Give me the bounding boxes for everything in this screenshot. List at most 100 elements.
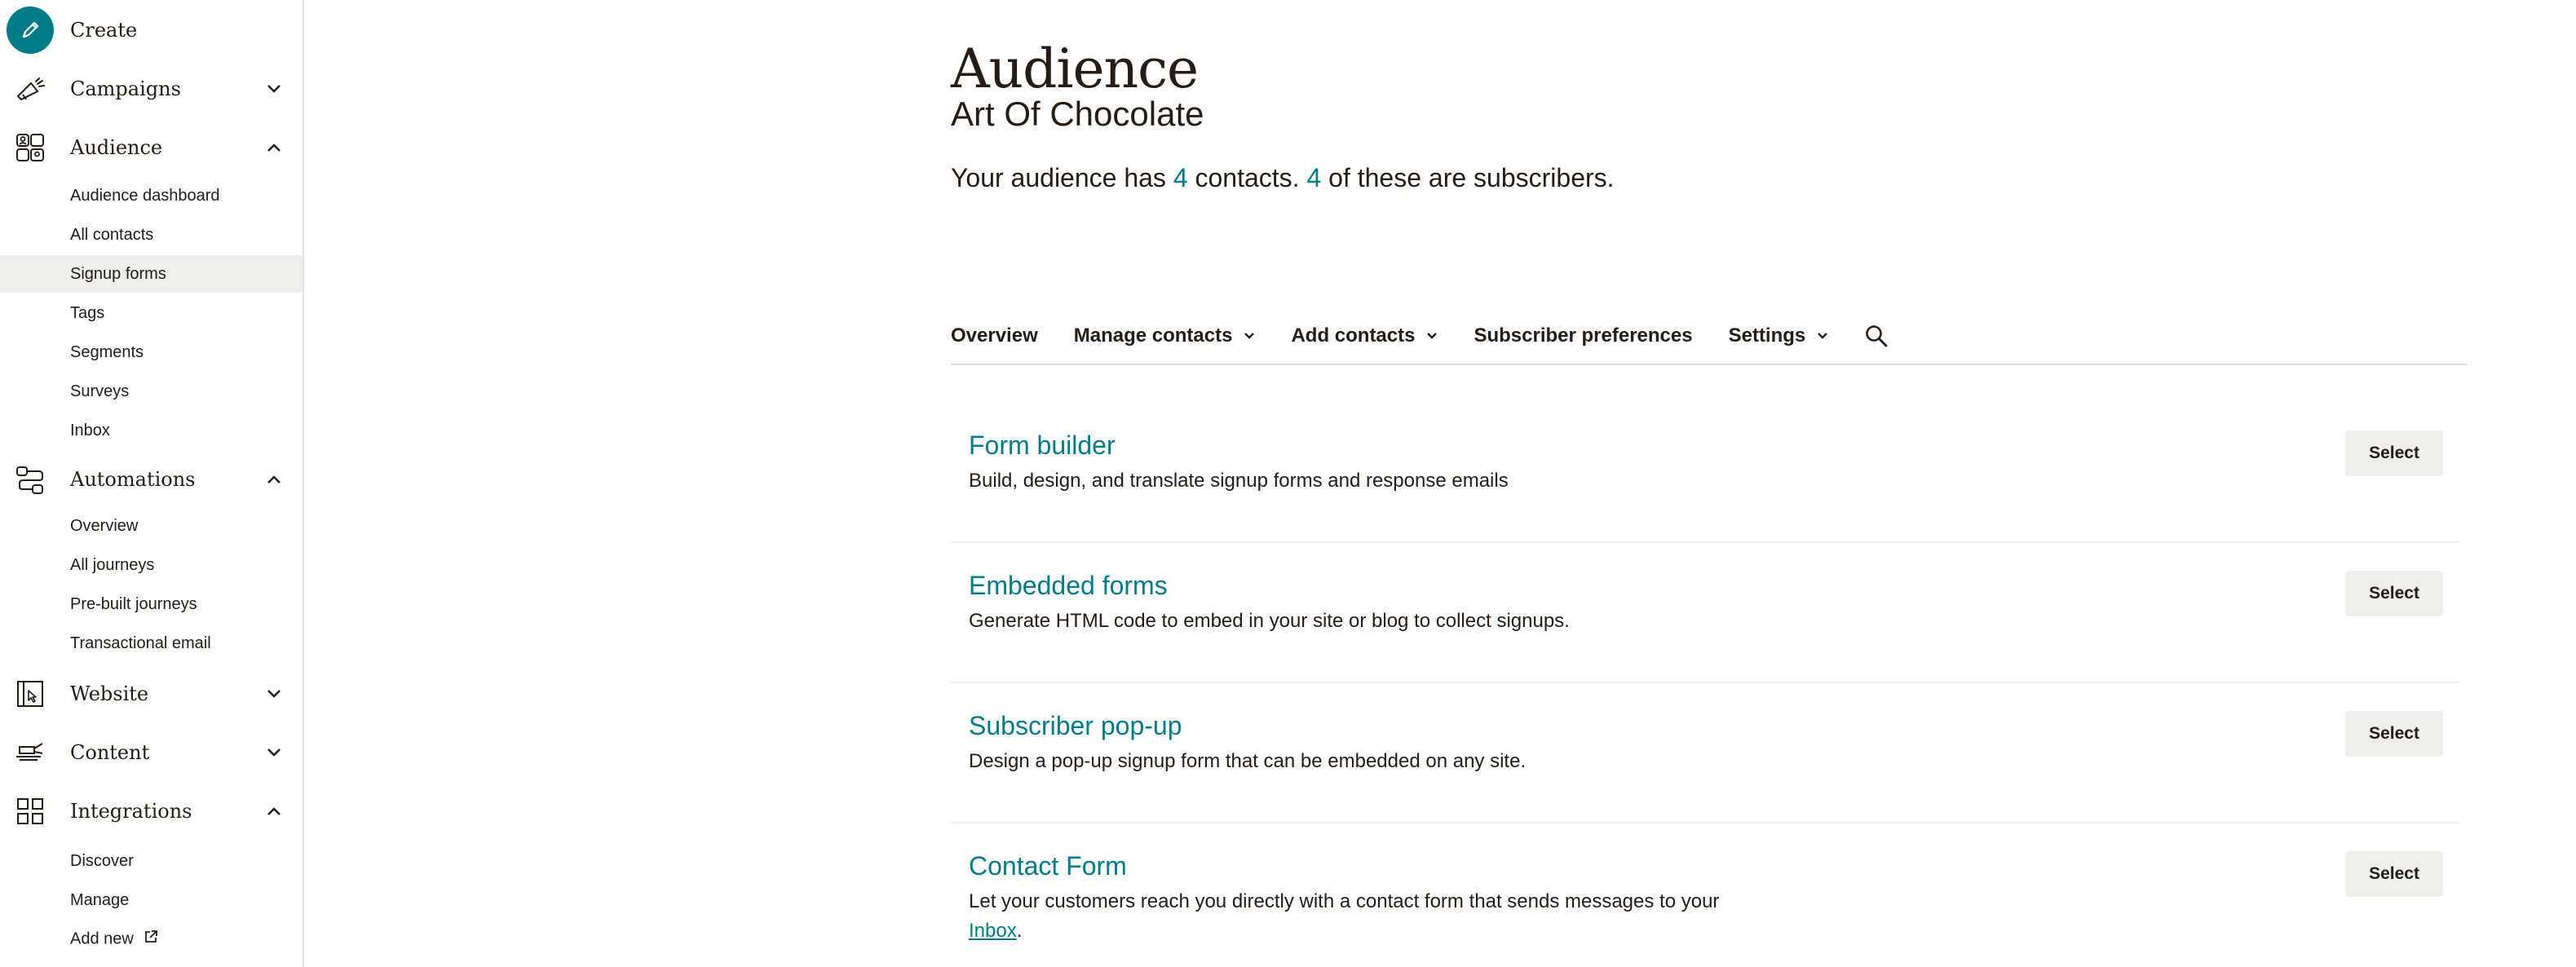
audience-tabs: Overview Manage contacts Add contacts Su… xyxy=(951,316,2468,365)
sidebar-subitem-overview[interactable]: Overview xyxy=(0,507,303,545)
sidebar-item-label: Content xyxy=(70,741,150,764)
external-link-icon xyxy=(144,929,158,949)
sidebar-subitem-label: Discover xyxy=(70,851,134,870)
sidebar-subitem-pre-built-journeys[interactable]: Pre-built journeys xyxy=(0,585,303,623)
summary-text: of these are subscribers. xyxy=(1321,163,1615,192)
tab-settings[interactable]: Settings xyxy=(1729,316,1829,355)
chevron-up-icon xyxy=(265,139,283,157)
grid-icon xyxy=(15,796,46,827)
sidebar-subitem-tags[interactable]: Tags xyxy=(0,294,303,332)
sidebar-item-website[interactable]: Website xyxy=(0,668,303,720)
chevron-down-icon xyxy=(1244,332,1255,340)
sidebar-subitem-label: Overview xyxy=(70,516,139,535)
contact-form-link[interactable]: Contact Form xyxy=(969,851,1127,881)
sidebar-item-integrations[interactable]: Integrations xyxy=(0,785,303,837)
sidebar-subitem-label: Tags xyxy=(70,303,105,322)
tab-label: Settings xyxy=(1728,325,1806,347)
sidebar-item-label: Campaigns xyxy=(70,77,181,100)
subscriber-popup-link[interactable]: Subscriber pop-up xyxy=(969,711,1182,741)
tab-label: Overview xyxy=(951,325,1038,347)
form-option-description: Build, design, and translate signup form… xyxy=(969,470,1509,492)
sidebar-item-content[interactable]: Content xyxy=(0,726,303,779)
tab-manage-contacts[interactable]: Manage contacts xyxy=(1074,316,1256,355)
sidebar-item-campaigns[interactable]: Campaigns xyxy=(0,63,303,115)
sidebar-subitem-discover[interactable]: Discover xyxy=(0,842,303,880)
audience-icon xyxy=(15,132,46,163)
sidebar-subitem-surveys[interactable]: Surveys xyxy=(0,373,303,410)
tab-label: Manage contacts xyxy=(1073,325,1233,347)
select-form-builder-button[interactable]: Select xyxy=(2345,431,2443,476)
tab-overview[interactable]: Overview xyxy=(951,316,1038,355)
chevron-down-icon xyxy=(265,80,283,98)
add-new-label: Add new xyxy=(70,929,134,948)
subscribers-count[interactable]: 4 xyxy=(1306,163,1321,192)
audience-summary: Your audience has 4 contacts. 4 of these… xyxy=(951,163,1615,193)
form-option-description: Design a pop-up signup form that can be … xyxy=(969,750,1527,772)
sidebar-item-audience[interactable]: Audience xyxy=(0,121,303,174)
sidebar-subitem-add-new[interactable]: Add new xyxy=(0,921,303,958)
sidebar-subitem-signup-forms[interactable]: Signup forms xyxy=(0,255,303,293)
form-option-row: Embedded forms Generate HTML code to emb… xyxy=(951,543,2459,683)
embedded-forms-link[interactable]: Embedded forms xyxy=(969,571,1168,601)
chevron-up-icon xyxy=(265,470,283,488)
sidebar-subitem-label: All journeys xyxy=(70,555,155,574)
search-icon[interactable] xyxy=(1864,316,1889,355)
sidebar-subitem-label: Surveys xyxy=(70,382,130,400)
sidebar-subitem-all-contacts[interactable]: All contacts xyxy=(0,216,303,254)
sidebar-subitem-label: Transactional email xyxy=(70,634,211,652)
sidebar-subitem-manage[interactable]: Manage xyxy=(0,881,303,919)
pencil-icon xyxy=(7,7,54,54)
content-icon xyxy=(15,737,46,768)
sidebar-item-label: Integrations xyxy=(70,800,192,823)
sidebar-subitem-label: Add new xyxy=(70,929,158,949)
tab-label: Subscriber preferences xyxy=(1474,325,1693,347)
sidebar-subitem-segments[interactable]: Segments xyxy=(0,333,303,371)
chevron-down-icon xyxy=(265,744,283,762)
tab-add-contacts[interactable]: Add contacts xyxy=(1291,316,1438,355)
page-title: Audience xyxy=(951,38,1199,101)
form-option-description: Let your customers reach you directly wi… xyxy=(969,887,1752,946)
form-option-row: Contact Form Let your customers reach yo… xyxy=(951,823,2459,967)
sidebar-subitem-label: All contacts xyxy=(70,225,154,244)
contacts-count[interactable]: 4 xyxy=(1173,163,1188,192)
create-label: Create xyxy=(70,19,138,42)
sidebar: Create Campaigns Audience Audience dashb… xyxy=(0,0,304,967)
form-builder-link[interactable]: Form builder xyxy=(969,431,1116,461)
sidebar-subitem-inbox[interactable]: Inbox xyxy=(0,412,303,449)
sidebar-subitem-label: Audience dashboard xyxy=(70,186,220,205)
select-contact-form-button[interactable]: Select xyxy=(2345,851,2443,897)
megaphone-icon xyxy=(15,73,46,104)
sidebar-subitem-label: Segments xyxy=(70,342,144,361)
website-icon xyxy=(15,678,46,709)
chevron-down-icon xyxy=(265,685,283,703)
select-subscriber-popup-button[interactable]: Select xyxy=(2345,711,2443,757)
create-button[interactable]: Create xyxy=(7,7,137,54)
sidebar-item-automations[interactable]: Automations xyxy=(0,453,303,506)
automations-icon xyxy=(15,464,46,495)
sidebar-item-label: Automations xyxy=(70,468,196,491)
chevron-up-icon xyxy=(265,802,283,820)
sidebar-subitem-transactional-email[interactable]: Transactional email xyxy=(0,625,303,662)
sidebar-subitem-label: Pre-built journeys xyxy=(70,594,197,613)
audience-name: Art Of Chocolate xyxy=(951,95,1204,133)
sidebar-subitem-label: Signup forms xyxy=(70,264,166,283)
summary-text: contacts. xyxy=(1187,163,1307,192)
sidebar-item-label: Audience xyxy=(70,136,163,159)
inbox-link[interactable]: Inbox xyxy=(969,920,1017,942)
chevron-down-icon xyxy=(1817,332,1828,340)
chevron-down-icon xyxy=(1426,332,1438,340)
sidebar-subitem-label: Manage xyxy=(70,890,130,909)
select-embedded-forms-button[interactable]: Select xyxy=(2345,571,2443,616)
form-option-description: Generate HTML code to embed in your site… xyxy=(969,610,1570,632)
description-text: Let your customers reach you directly wi… xyxy=(969,890,1720,912)
tab-label: Add contacts xyxy=(1291,325,1416,347)
form-option-row: Form builder Build, design, and translat… xyxy=(951,400,2459,543)
tab-subscriber-preferences[interactable]: Subscriber preferences xyxy=(1474,316,1692,355)
sidebar-subitem-label: Inbox xyxy=(70,421,110,439)
sidebar-item-label: Website xyxy=(70,682,149,705)
summary-text: Your audience has xyxy=(951,163,1173,192)
sidebar-subitem-all-journeys[interactable]: All journeys xyxy=(0,546,303,584)
form-option-row: Subscriber pop-up Design a pop-up signup… xyxy=(951,683,2459,823)
description-text: . xyxy=(1016,920,1023,942)
sidebar-subitem-audience-dashboard[interactable]: Audience dashboard xyxy=(0,177,303,214)
